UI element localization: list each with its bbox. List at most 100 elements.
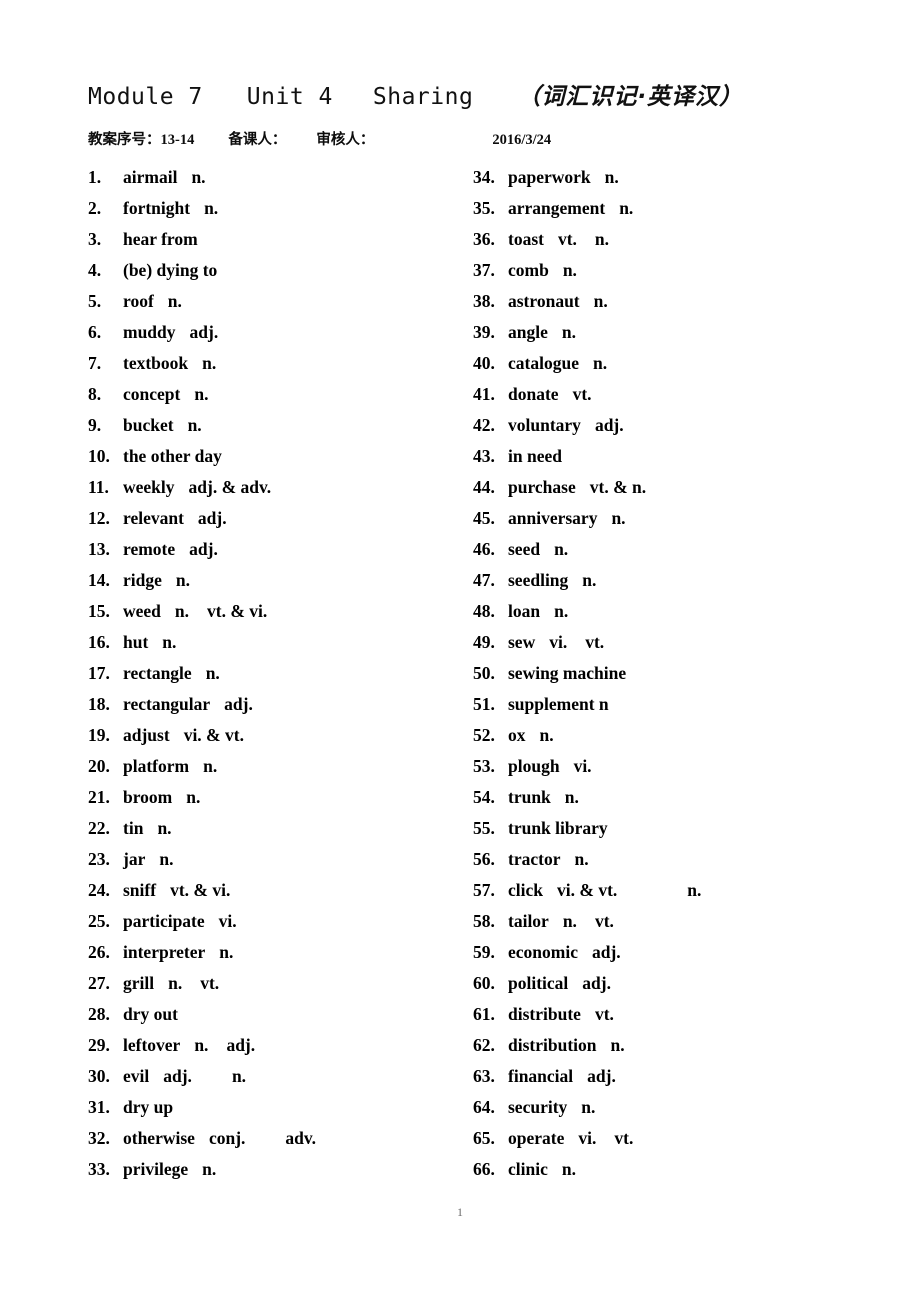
- entry-word: otherwise: [123, 1128, 195, 1148]
- vocabulary-entry: 61. distribute vt.: [473, 999, 873, 1030]
- entry-part-of-speech-secondary: vt.: [614, 1128, 634, 1148]
- entry-word: hear from: [123, 229, 198, 249]
- vocabulary-entry: 9. bucket n.: [88, 410, 468, 441]
- entry-number: 41.: [473, 384, 495, 404]
- vocabulary-entry: 23. jar n.: [88, 844, 468, 875]
- vocabulary-entry: 8. concept n.: [88, 379, 468, 410]
- entry-part-of-speech: n.: [562, 911, 577, 931]
- entry-word: seedling: [508, 570, 569, 590]
- vocabulary-entry: 64. security n.: [473, 1092, 873, 1123]
- entry-word: muddy: [123, 322, 176, 342]
- entry-part-of-speech: adj. & adv.: [188, 477, 272, 497]
- vocabulary-entry: 20. platform n.: [88, 751, 468, 782]
- vocabulary-entry: 55. trunk library: [473, 813, 873, 844]
- entry-number: 53.: [473, 756, 495, 776]
- entry-number: 40.: [473, 353, 495, 373]
- entry-number: 44.: [473, 477, 495, 497]
- entry-part-of-speech: vi.: [573, 756, 592, 776]
- entry-number: 47.: [473, 570, 495, 590]
- vocabulary-entry: 27. grill n. vt.: [88, 968, 468, 999]
- entry-part-of-speech-secondary: vt.: [200, 973, 220, 993]
- entry-word: tin: [123, 818, 144, 838]
- entry-word: concept: [123, 384, 181, 404]
- entry-number: 65.: [473, 1128, 495, 1148]
- vocabulary-entry: 32. otherwise conj. adv.: [88, 1123, 468, 1154]
- entry-part-of-speech: n.: [574, 849, 589, 869]
- entry-part-of-speech: n.: [202, 353, 217, 373]
- vocabulary-entry: 3. hear from: [88, 224, 468, 255]
- vocabulary-entry: 56. tractor n.: [473, 844, 873, 875]
- vocabulary-entry: 17. rectangle n.: [88, 658, 468, 689]
- entry-number: 63.: [473, 1066, 495, 1086]
- entry-part-of-speech: n.: [561, 322, 576, 342]
- entry-part-of-speech: vi. & vt.: [183, 725, 244, 745]
- entry-number: 51.: [473, 694, 495, 714]
- entry-part-of-speech: n.: [202, 1159, 217, 1179]
- entry-word: sniff: [123, 880, 157, 900]
- entry-part-of-speech: n.: [159, 849, 174, 869]
- entry-word: economic: [508, 942, 578, 962]
- entry-part-of-speech: n.: [561, 1159, 576, 1179]
- title-module: Module 7: [88, 84, 203, 110]
- entry-part-of-speech: n.: [619, 198, 634, 218]
- entry-part-of-speech: adj.: [197, 508, 227, 528]
- entry-number: 27.: [88, 973, 110, 993]
- entry-part-of-speech: n.: [157, 818, 172, 838]
- entry-number: 38.: [473, 291, 495, 311]
- vocabulary-entry: 52. ox n.: [473, 720, 873, 751]
- entry-part-of-speech: adj.: [189, 539, 218, 559]
- entry-word: privilege: [123, 1159, 189, 1179]
- vocabulary-entry: 22. tin n.: [88, 813, 468, 844]
- entry-part-of-speech: n.: [194, 1035, 209, 1055]
- entry-number: 59.: [473, 942, 495, 962]
- vocabulary-entry: 53. plough vi.: [473, 751, 873, 782]
- entry-number: 34.: [473, 167, 495, 187]
- title-unit: Unit 4: [246, 84, 333, 110]
- vocabulary-entry: 5. roof n.: [88, 286, 468, 317]
- entry-number: 55.: [473, 818, 495, 838]
- plan-number-value: 13-14: [160, 132, 195, 148]
- entry-number: 45.: [473, 508, 495, 528]
- entry-part-of-speech-secondary: vt. & vi.: [207, 601, 268, 621]
- entry-number: 12.: [88, 508, 110, 528]
- vocabulary-entry: 33. privilege n.: [88, 1154, 468, 1185]
- vocabulary-entry: 14. ridge n.: [88, 565, 468, 596]
- entry-part-of-speech: vi.: [218, 911, 237, 931]
- entry-word: weekly: [123, 477, 175, 497]
- entry-part-of-speech: n.: [539, 725, 554, 745]
- document-date: 2016/3/24: [492, 132, 552, 148]
- vocabulary-entry: 57. click vi. & vt. n.: [473, 875, 873, 906]
- entry-number: 46.: [473, 539, 495, 559]
- vocabulary-entry: 25. participate vi.: [88, 906, 468, 937]
- entry-number: 11.: [88, 477, 109, 497]
- entry-number: 33.: [88, 1159, 110, 1179]
- entry-number: 52.: [473, 725, 495, 745]
- entry-part-of-speech: n.: [219, 942, 234, 962]
- entry-part-of-speech: n.: [581, 1097, 596, 1117]
- vocabulary-entry: 43. in need: [473, 441, 873, 472]
- entry-word: in need: [508, 446, 562, 466]
- vocabulary-entry: 49. sew vi. vt.: [473, 627, 873, 658]
- entry-number: 21.: [88, 787, 110, 807]
- entry-word: ox: [508, 725, 526, 745]
- entry-word: operate: [508, 1128, 565, 1148]
- vocabulary-entry: 35. arrangement n.: [473, 193, 873, 224]
- entry-word: clinic: [508, 1159, 548, 1179]
- entry-number: 28.: [88, 1004, 110, 1024]
- entry-part-of-speech: n.: [186, 787, 201, 807]
- entry-number: 16.: [88, 632, 110, 652]
- entry-word: weed: [123, 601, 161, 621]
- document-page: Module 7 Unit 4 Sharing （词汇识记·英译汉） 教案序号：13-…: [0, 0, 920, 1302]
- vocabulary-entry: 46. seed n.: [473, 534, 873, 565]
- entry-number: 32.: [88, 1128, 110, 1148]
- entry-number: 66.: [473, 1159, 495, 1179]
- entry-part-of-speech: n.: [564, 787, 579, 807]
- entry-word: plough: [508, 756, 560, 776]
- entry-word: rectangular: [123, 694, 211, 714]
- entry-word: tractor: [508, 849, 561, 869]
- entry-part-of-speech: vt. & vi.: [170, 880, 231, 900]
- entry-number: 10.: [88, 446, 110, 466]
- reviewer-label: 审核人：: [316, 132, 375, 148]
- vocabulary-entry: 36. toast vt. n.: [473, 224, 873, 255]
- entry-word: purchase: [508, 477, 576, 497]
